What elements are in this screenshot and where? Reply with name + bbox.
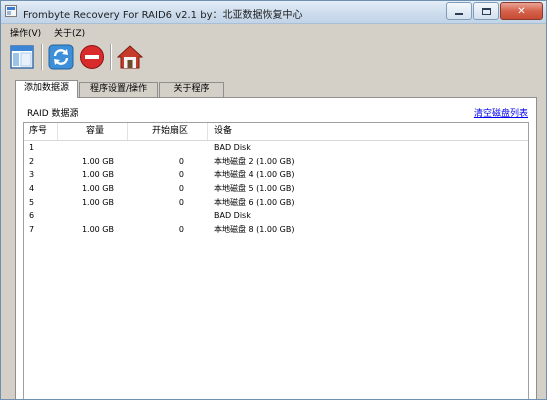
row-device: 本地磁盘 5 (1.00 GB)	[214, 184, 295, 194]
tab-strip: 添加数据源 程序设置/操作 关于程序	[1, 80, 546, 98]
row-index: 7	[29, 225, 35, 235]
row-device: 本地磁盘 2 (1.00 GB)	[214, 156, 295, 166]
row-size: 1.00 GB	[81, 170, 114, 180]
close-button[interactable]: ✕	[500, 2, 543, 20]
row-start-sector	[122, 141, 184, 155]
minimize-icon	[455, 13, 463, 15]
tab-add-source[interactable]: 添加数据源	[15, 80, 78, 98]
row-device: 本地磁盘 8 (1.00 GB)	[214, 225, 295, 235]
row-start-sector: 0	[178, 225, 184, 235]
row-index: 5	[29, 197, 35, 207]
row-device: BAD Disk	[214, 211, 251, 221]
row-size: 1.00 GB	[81, 156, 114, 166]
refresh-button[interactable]	[48, 44, 74, 70]
tab-panel: RAID 数据源 清空磁盘列表 序号 容量 开始扇区 设备 1 BAD Disk…	[15, 97, 537, 399]
row-start-sector: 0	[178, 156, 184, 166]
table-row[interactable]: 6 BAD Disk	[24, 209, 528, 223]
column-header-start-sector[interactable]: 开始扇区	[128, 123, 208, 140]
close-icon: ✕	[517, 5, 526, 17]
list-body: 1 BAD Disk 2 1.00 GB 0 本地磁盘 2 (1.00 GB) …	[24, 141, 528, 237]
row-index: 4	[29, 184, 35, 194]
toolbar-separator	[41, 44, 43, 70]
table-row[interactable]: 4 1.00 GB 0 本地磁盘 5 (1.00 GB)	[24, 182, 528, 196]
stop-icon	[80, 45, 104, 69]
menu-operate[interactable]: 操作(V)	[10, 26, 41, 39]
window-title: Frombyte Recovery For RAID6 v2.1 by：北亚数据…	[23, 10, 303, 21]
table-row[interactable]: 3 1.00 GB 0 本地磁盘 4 (1.00 GB)	[24, 168, 528, 182]
tab-settings[interactable]: 程序设置/操作	[79, 82, 158, 97]
app-icon	[5, 5, 17, 17]
home-button[interactable]	[116, 44, 144, 70]
row-index: 2	[29, 156, 35, 166]
home-icon	[116, 45, 144, 69]
row-index: 6	[29, 211, 35, 221]
window-view-button[interactable]	[9, 44, 35, 70]
row-start-sector: 0	[178, 197, 184, 207]
clear-disk-list-link[interactable]: 清空磁盘列表	[474, 106, 528, 119]
menu-about[interactable]: 关于(Z)	[54, 26, 85, 39]
menu-bar: 操作(V) 关于(Z)	[1, 24, 546, 40]
row-size	[58, 141, 114, 155]
row-index: 3	[29, 170, 35, 180]
row-device: BAD Disk	[214, 143, 251, 152]
row-device: 本地磁盘 6 (1.00 GB)	[214, 197, 295, 207]
row-start-sector	[122, 209, 184, 223]
row-start-sector: 0	[178, 170, 184, 180]
table-row[interactable]: 5 1.00 GB 0 本地磁盘 6 (1.00 GB)	[24, 196, 528, 210]
row-size	[58, 209, 114, 223]
row-start-sector: 0	[178, 184, 184, 194]
toolbar-separator	[110, 44, 112, 70]
column-header-device[interactable]: 设备	[208, 123, 528, 140]
column-header-size[interactable]: 容量	[58, 123, 128, 140]
app-window: Frombyte Recovery For RAID6 v2.1 by：北亚数据…	[0, 0, 547, 400]
maximize-button[interactable]	[473, 2, 499, 20]
window-controls: ✕	[446, 2, 543, 20]
row-index: 1	[29, 143, 35, 152]
tab-about[interactable]: 关于程序	[159, 82, 224, 97]
minimize-button[interactable]	[446, 2, 472, 20]
refresh-icon	[48, 44, 74, 70]
maximize-icon	[481, 7, 491, 15]
table-row[interactable]: 7 1.00 GB 0 本地磁盘 8 (1.00 GB)	[24, 223, 528, 237]
stop-button[interactable]	[79, 44, 105, 70]
list-header: 序号 容量 开始扇区 设备	[24, 123, 528, 141]
row-size: 1.00 GB	[81, 184, 114, 194]
raid-source-label: RAID 数据源	[27, 109, 79, 119]
row-size: 1.00 GB	[81, 197, 114, 207]
row-device: 本地磁盘 4 (1.00 GB)	[214, 170, 295, 180]
column-header-index[interactable]: 序号	[24, 123, 58, 140]
row-size: 1.00 GB	[81, 225, 114, 235]
disk-list[interactable]: 序号 容量 开始扇区 设备 1 BAD Disk 2 1.00 GB 0 本地磁…	[23, 122, 529, 399]
title-bar[interactable]: Frombyte Recovery For RAID6 v2.1 by：北亚数据…	[1, 1, 546, 24]
toolbar	[1, 40, 546, 74]
window-icon	[10, 45, 34, 69]
table-row[interactable]: 1 BAD Disk	[24, 141, 528, 155]
table-row[interactable]: 2 1.00 GB 0 本地磁盘 2 (1.00 GB)	[24, 155, 528, 169]
